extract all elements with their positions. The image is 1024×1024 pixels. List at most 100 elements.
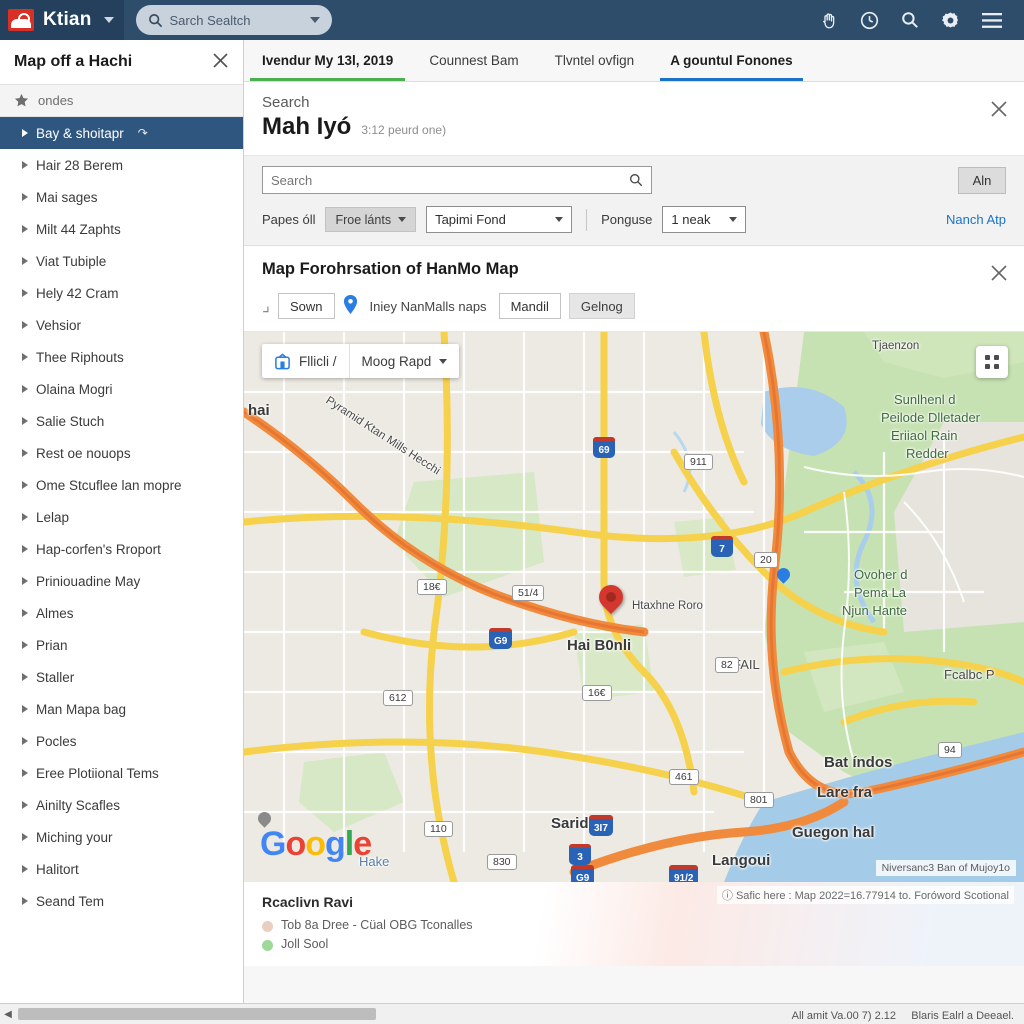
expand-triangle-icon xyxy=(22,833,28,841)
sidebar-item-23[interactable]: Halitort xyxy=(0,853,243,885)
sidebar-item-label: Hap-corfen's Rroport xyxy=(36,541,161,557)
expand-triangle-icon xyxy=(22,449,28,457)
hamburger-menu-icon[interactable] xyxy=(982,12,1002,28)
ponguse-select[interactable]: 1 neak xyxy=(662,206,747,233)
grid-view-button[interactable] xyxy=(976,346,1008,378)
chip-mandil[interactable]: Mandil xyxy=(498,293,561,319)
bracket-icon: ⌟ xyxy=(262,296,270,315)
sidebar-item-0[interactable]: Bay & shoitapr ↷ xyxy=(0,117,243,149)
close-icon[interactable] xyxy=(212,52,229,72)
tab-3[interactable]: A gountul Fonones xyxy=(652,39,810,81)
sidebar-item-22[interactable]: Miching your xyxy=(0,821,243,853)
free-lants-filter-chip[interactable]: Froe lánts xyxy=(325,207,417,232)
tab-1[interactable]: Counnest Bam xyxy=(411,39,536,81)
close-icon[interactable] xyxy=(990,100,1008,121)
sidebar-item-19[interactable]: Pocles xyxy=(0,725,243,757)
map-section-title: Map Forohrsation of HanMo Map xyxy=(262,260,519,278)
scroll-left-arrow-icon[interactable]: ◀ xyxy=(0,1009,16,1020)
sidebar-item-18[interactable]: Man Mapa bag xyxy=(0,693,243,725)
global-search-box[interactable]: Sarch Sealtch xyxy=(135,5,332,35)
close-icon[interactable] xyxy=(990,264,1008,285)
reset-link[interactable]: Nanch Atp xyxy=(946,212,1006,227)
search-input[interactable] xyxy=(271,172,629,188)
sidebar-item-1[interactable]: Hair 28 Berem xyxy=(0,149,243,181)
tab-0[interactable]: Ivendur My 13l, 2019 xyxy=(244,39,411,81)
tab-label: A gountul Fonones xyxy=(670,52,793,68)
map-label-11: Redder xyxy=(906,446,949,461)
sidebar-item-label: Ome Stcuflee lan mopre xyxy=(36,477,182,493)
ponguse-value: 1 neak xyxy=(671,212,711,227)
hand-icon[interactable] xyxy=(821,11,838,29)
search-input-wrapper[interactable] xyxy=(262,166,652,194)
chip-gelnog[interactable]: Gelnog xyxy=(568,293,635,319)
sidebar-item-14[interactable]: Priniouadine May xyxy=(0,565,243,597)
info-icon: ⓘ xyxy=(721,890,733,902)
search-result-header: Search Mah Iyó 3:12 peurd one) xyxy=(244,82,1024,156)
sidebar-item-17[interactable]: Staller xyxy=(0,661,243,693)
legend-row: Joll Sool xyxy=(262,937,1006,952)
sidebar-item-label: Milt 44 Zaphts xyxy=(36,221,121,237)
map-route-shield-0: 911 xyxy=(684,454,713,470)
sidebar-item-15[interactable]: Almes xyxy=(0,597,243,629)
scrollbar-thumb[interactable] xyxy=(18,1008,376,1020)
map-label-6: Langoui xyxy=(712,852,771,869)
horizontal-scrollbar[interactable]: ◀ All amit Va.00 7) 2.12 Blaris Ealrl a … xyxy=(0,1003,1024,1024)
sidebar-item-label: Pocles xyxy=(36,733,77,749)
map-route-shield-2: 18€ xyxy=(417,579,447,595)
map-control-bar: Fllicli / Moog Rapd xyxy=(262,344,460,378)
map-footer-note: ⓘ Safic here : Map 2022=16.77914 to. For… xyxy=(716,886,1014,904)
sidebar-favorites-row[interactable]: ondes xyxy=(0,85,243,117)
map-label-19: Tjaenzon xyxy=(872,340,920,352)
sidebar-item-7[interactable]: Thee Riphouts xyxy=(0,341,243,373)
sidebar-item-5[interactable]: Hely 42 Cram xyxy=(0,277,243,309)
map-home-button[interactable]: Fllicli / xyxy=(262,344,349,378)
top-navigation-bar: Ktian Sarch Sealtch xyxy=(0,0,1024,40)
expand-triangle-icon xyxy=(22,481,28,489)
chip-iniey-nanmalls[interactable]: Iniey NanMalls naps xyxy=(366,299,491,314)
map-route-shield-3: 51/4 xyxy=(512,585,545,601)
map-attribution: Niversanc3 Ban of Mujoy1o xyxy=(875,860,1016,876)
chevron-down-icon[interactable] xyxy=(103,17,114,23)
map-label-8: Sunlhenl d xyxy=(894,392,956,407)
sidebar-item-10[interactable]: Rest oe nouops xyxy=(0,437,243,469)
sidebar-item-24[interactable]: Seand Tem xyxy=(0,885,243,917)
apply-button[interactable]: Aln xyxy=(958,166,1006,194)
sidebar-item-12[interactable]: Lelap xyxy=(0,501,243,533)
map-route-shield-15: 3I7 xyxy=(589,815,613,836)
sidebar-item-13[interactable]: Hap-corfen's Rroport xyxy=(0,533,243,565)
sidebar-item-6[interactable]: Vehsior xyxy=(0,309,243,341)
sidebar-item-11[interactable]: Ome Stcuflee lan mopre xyxy=(0,469,243,501)
chevron-down-icon xyxy=(729,217,738,222)
status-left: All amit Va.00 7) 2.12 xyxy=(791,1010,896,1022)
sidebar-item-21[interactable]: Ainilty Scafles xyxy=(0,789,243,821)
brand-block[interactable]: Ktian xyxy=(0,0,124,40)
chevron-down-icon xyxy=(555,217,564,222)
main-content: Ivendur My 13l, 2019 Counnest Bam Tlvntel … xyxy=(244,40,1024,1003)
sidebar-item-3[interactable]: Milt 44 Zaphts xyxy=(0,213,243,245)
sidebar-item-2[interactable]: Mai sages xyxy=(0,181,243,213)
sidebar-item-label: Prian xyxy=(36,637,68,653)
search-icon[interactable] xyxy=(629,173,643,187)
map-mode-select[interactable]: Moog Rapd xyxy=(348,344,460,378)
brand-name: Ktian xyxy=(43,9,92,30)
chip-sown[interactable]: Sown xyxy=(277,293,335,319)
gear-icon[interactable] xyxy=(941,11,960,30)
tab-2[interactable]: Tlvntel ovfign xyxy=(537,39,653,81)
app-logo-icon xyxy=(8,9,34,31)
clock-icon[interactable] xyxy=(860,11,879,30)
result-count: 3:12 peurd one) xyxy=(361,123,447,137)
sidebar-item-16[interactable]: Prian xyxy=(0,629,243,661)
map-route-shield-4: 612 xyxy=(383,690,413,706)
chevron-down-icon[interactable] xyxy=(309,17,320,23)
sidebar-item-20[interactable]: Eree Plotiional Tems xyxy=(0,757,243,789)
expand-triangle-icon xyxy=(22,769,28,777)
map-label-14: Njun Hante xyxy=(842,603,908,618)
search-icon[interactable] xyxy=(901,11,919,29)
sidebar-item-9[interactable]: Salie Stuch xyxy=(0,405,243,437)
expand-triangle-icon xyxy=(22,897,28,905)
sidebar-item-4[interactable]: Viat Tubiple xyxy=(0,245,243,277)
legend-row-text: Joll Sool xyxy=(281,937,329,951)
tapimi-fond-select[interactable]: Tapimi Fond xyxy=(426,206,573,233)
sidebar-item-8[interactable]: Olaina Mogri xyxy=(0,373,243,405)
map-viewport[interactable]: Fllicli / Moog Rapd hai Pyramid Ktan Mill… xyxy=(244,332,1024,882)
